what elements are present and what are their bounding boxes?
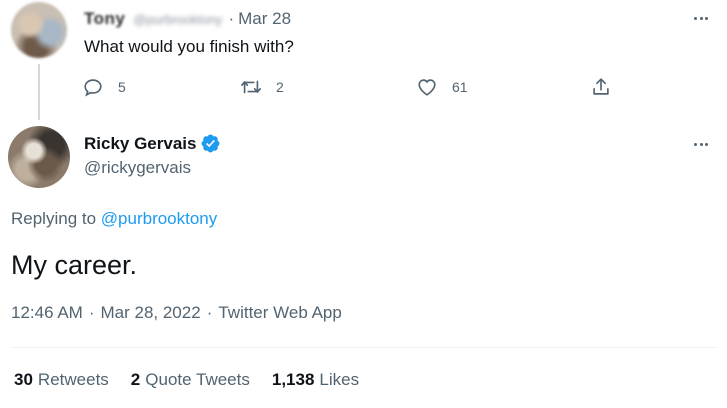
likes-stat[interactable]: 1,138 Likes xyxy=(272,370,359,390)
quote-tweets-stat[interactable]: 2 Quote Tweets xyxy=(131,370,250,390)
main-tweet-text: My career. xyxy=(11,250,138,280)
quote-tweets-count: 2 xyxy=(130,370,141,389)
likes-label: Likes xyxy=(319,370,360,389)
heart-icon xyxy=(418,79,436,96)
retweets-label: Retweets xyxy=(37,370,109,389)
retweet-button[interactable]: 2 xyxy=(240,72,284,102)
replying-to-link[interactable]: @purbrooktony xyxy=(101,209,218,228)
main-author-handle[interactable]: @rickygervais xyxy=(84,158,191,178)
quote-tweets-label: Quote Tweets xyxy=(145,370,250,389)
tweet-metadata: 12:46 AM · Mar 28, 2022 · Twitter Web Ap… xyxy=(11,303,342,323)
share-icon xyxy=(593,78,609,95)
engagement-stats: 30 Retweets 2 Quote Tweets 1,138 Likes xyxy=(14,370,381,390)
meta-separator: · xyxy=(206,303,213,322)
tweet-date[interactable]: Mar 28, 2022 xyxy=(101,303,201,323)
likes-count: 1,138 xyxy=(271,370,315,389)
retweet-count: 2 xyxy=(276,79,284,95)
like-count: 61 xyxy=(452,79,468,95)
parent-avatar[interactable] xyxy=(11,2,67,58)
stats-divider xyxy=(11,347,716,348)
reply-count: 5 xyxy=(118,79,126,95)
main-author-avatar[interactable] xyxy=(8,126,70,188)
parent-tweet-header: Tony @purbrooktony · Mar 28 xyxy=(84,9,291,29)
parent-more-options-icon[interactable] xyxy=(694,11,708,25)
tweet-time[interactable]: 12:46 AM xyxy=(11,303,83,323)
thread-connector-line xyxy=(38,64,40,120)
meta-separator: · xyxy=(88,303,95,322)
parent-date-separator: · xyxy=(228,9,235,28)
tweet-source[interactable]: Twitter Web App xyxy=(218,303,341,323)
reply-icon xyxy=(84,79,102,97)
tweet-detail-page: Tony @purbrooktony · Mar 28 What would y… xyxy=(0,0,727,408)
parent-author-name[interactable]: Tony xyxy=(84,9,125,29)
main-more-options-icon[interactable] xyxy=(694,137,708,151)
retweets-count: 30 xyxy=(14,370,33,389)
parent-author-handle[interactable]: @purbrooktony xyxy=(133,12,222,27)
replying-to-line: Replying to @purbrooktony xyxy=(11,209,217,229)
parent-tweet-actions: 5 2 61 xyxy=(78,72,638,102)
retweet-icon xyxy=(241,80,261,94)
like-button[interactable]: 61 xyxy=(416,72,468,102)
main-author-name[interactable]: Ricky Gervais xyxy=(84,134,196,154)
replying-to-prefix: Replying to xyxy=(11,209,101,228)
parent-tweet-date[interactable]: Mar 28 xyxy=(238,9,291,29)
retweets-stat[interactable]: 30 Retweets xyxy=(14,370,109,390)
main-author-name-row: Ricky Gervais xyxy=(84,133,221,154)
parent-tweet-text: What would you finish with? xyxy=(84,37,294,56)
share-button[interactable] xyxy=(590,72,612,102)
reply-button[interactable]: 5 xyxy=(82,72,126,102)
verified-badge-icon xyxy=(202,134,220,153)
